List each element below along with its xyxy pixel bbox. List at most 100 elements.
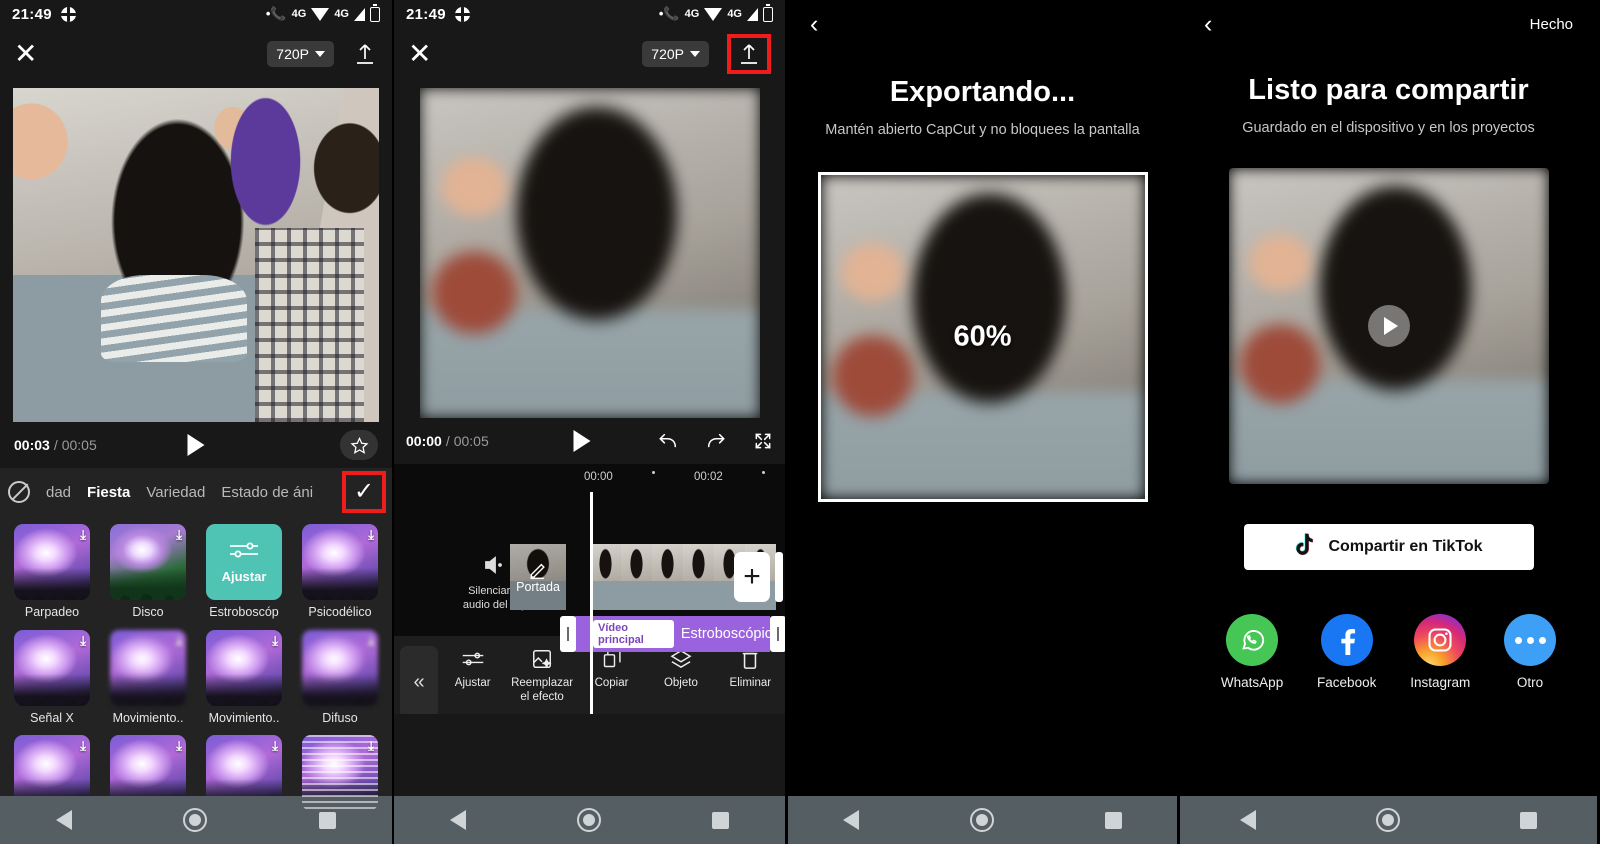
- close-icon[interactable]: ✕: [14, 40, 37, 68]
- nav-home-icon[interactable]: [1376, 808, 1400, 832]
- upload-button-highlight[interactable]: [727, 34, 771, 74]
- effect-item[interactable]: ⤓ Psicodélico: [298, 524, 382, 626]
- download-icon: ⤓: [368, 632, 374, 648]
- page-subtitle: Mantén abierto CapCut y no bloquees la p…: [825, 122, 1140, 138]
- cover-thumbnail[interactable]: Portada: [510, 544, 566, 610]
- effect-item[interactable]: ⤓ Movimiento..: [202, 629, 286, 732]
- chevron-left-icon[interactable]: ‹: [1204, 11, 1212, 37]
- effect-item[interactable]: ⤓: [298, 735, 382, 818]
- nav-home-icon[interactable]: [969, 808, 994, 832]
- no-effect-icon[interactable]: [8, 481, 30, 503]
- facebook-icon: [1320, 614, 1373, 666]
- share-target-otro[interactable]: Otro: [1504, 614, 1557, 690]
- effect-trim-handle-left[interactable]: [560, 616, 576, 652]
- tab-variedad[interactable]: Variedad: [146, 484, 205, 501]
- clip-frame: [652, 544, 683, 610]
- tool-label: Eliminar: [729, 677, 772, 689]
- share-target-whatsapp[interactable]: WhatsApp: [1221, 614, 1283, 690]
- star-icon[interactable]: [340, 430, 378, 460]
- battery-icon: [763, 3, 773, 22]
- total-time: 00:05: [453, 433, 489, 449]
- tool-copiar[interactable]: Copiar: [577, 646, 646, 691]
- share-target-instagram[interactable]: Instagram: [1410, 614, 1470, 690]
- clip-frame: [590, 544, 621, 610]
- nav-recents-icon[interactable]: [712, 811, 730, 829]
- share-tiktok-button[interactable]: Compartir en TikTok: [1243, 524, 1534, 570]
- tool-eliminar[interactable]: Eliminar: [716, 646, 785, 691]
- effect-badge: Vídeo principal: [593, 620, 674, 648]
- top-bar-actions: 720P: [642, 34, 771, 74]
- tool-label: Copiar: [594, 677, 629, 689]
- playhead[interactable]: [590, 492, 593, 714]
- undo-icon[interactable]: [657, 431, 679, 451]
- nav-back-icon[interactable]: [449, 810, 466, 830]
- effect-trim-handle-right[interactable]: [770, 616, 785, 652]
- signal-icon: [354, 7, 365, 21]
- effect-label: Psicodélico: [308, 605, 372, 619]
- nav-recents-icon[interactable]: [319, 811, 337, 829]
- nav-back-icon[interactable]: [1240, 810, 1256, 830]
- nav-home-icon[interactable]: [576, 808, 601, 832]
- play-icon[interactable]: [1367, 305, 1410, 347]
- fullscreen-icon[interactable]: [753, 431, 773, 451]
- wifi-icon: [704, 7, 723, 21]
- ruler-mark: 00:02: [694, 471, 723, 483]
- time-separator: /: [53, 437, 58, 453]
- tool-label: Reemplazar el efecto: [511, 677, 574, 703]
- timeline[interactable]: 00:00 00:02 Silenciar el audio del clip: [394, 464, 785, 714]
- result-video-preview[interactable]: [1228, 168, 1549, 484]
- chevron-double-left-icon[interactable]: «: [400, 646, 438, 714]
- clip-frame: [683, 544, 714, 610]
- clip-frame: [621, 544, 652, 610]
- resolution-selector[interactable]: 720P: [642, 41, 709, 67]
- editor-top-bar: ✕ 720P: [394, 28, 785, 80]
- tool-ajustar[interactable]: Ajustar: [438, 646, 507, 691]
- download-icon: ⤓: [80, 738, 86, 754]
- tab-dad[interactable]: dad: [46, 484, 71, 501]
- nav-home-icon[interactable]: [183, 808, 208, 832]
- effect-item[interactable]: ⤓ Señal X: [10, 629, 94, 732]
- nav-back-icon[interactable]: [843, 810, 860, 830]
- replace-effect-icon: [531, 646, 553, 672]
- download-icon: ⤓: [80, 527, 86, 542]
- tool-reemplazar-efecto[interactable]: Reemplazar el efecto: [507, 646, 576, 705]
- download-icon: ⤓: [176, 632, 182, 648]
- play-icon[interactable]: [573, 430, 591, 452]
- tab-estado-de-animo[interactable]: Estado de áni: [221, 484, 313, 501]
- export-preview-frame: 60%: [817, 172, 1148, 502]
- effect-item[interactable]: ⤓ Difuso: [298, 629, 382, 732]
- nav-back-icon[interactable]: [55, 810, 72, 830]
- video-preview[interactable]: [13, 88, 379, 422]
- tool-label: Ajustar: [454, 677, 491, 689]
- tab-fiesta[interactable]: Fiesta: [87, 484, 130, 501]
- confirm-button-highlight[interactable]: ✓: [342, 471, 386, 513]
- download-icon: ⤓: [272, 738, 278, 754]
- wifi-icon: [311, 7, 330, 21]
- effect-item[interactable]: ⤓ Movimiento..: [106, 629, 190, 732]
- chevron-left-icon[interactable]: ‹: [810, 11, 818, 37]
- effect-track-clip[interactable]: Vídeo principal Estroboscópico: [575, 616, 770, 652]
- resolution-label: 720P: [651, 46, 684, 62]
- effect-thumbnail: ⤓: [110, 629, 186, 706]
- close-icon[interactable]: ✕: [408, 40, 431, 68]
- effect-item[interactable]: ⤓ Disco: [106, 524, 190, 626]
- whatsapp-icon: [1226, 614, 1279, 666]
- video-preview[interactable]: [419, 88, 760, 418]
- plus-icon[interactable]: +: [734, 552, 770, 602]
- share-target-facebook[interactable]: Facebook: [1317, 614, 1376, 690]
- upload-icon[interactable]: [352, 41, 378, 67]
- resolution-selector[interactable]: 720P: [267, 41, 334, 67]
- nav-recents-icon[interactable]: [1104, 811, 1122, 829]
- effect-label: Movimiento..: [208, 710, 280, 725]
- effect-item-selected[interactable]: Ajustar Estroboscóp: [202, 524, 286, 626]
- network-label: 4G: [684, 8, 700, 20]
- redo-icon[interactable]: [705, 431, 727, 451]
- effect-item[interactable]: ⤓ Parpadeo: [10, 524, 94, 626]
- done-button[interactable]: Hecho: [1530, 16, 1573, 33]
- status-icons: •📞 4G 4G: [659, 3, 773, 22]
- android-nav-bar: [1180, 796, 1597, 844]
- nav-recents-icon[interactable]: [1520, 811, 1537, 829]
- play-icon[interactable]: [187, 434, 205, 456]
- track-edge-handle[interactable]: [775, 552, 783, 602]
- tool-objeto[interactable]: Objeto: [646, 646, 715, 691]
